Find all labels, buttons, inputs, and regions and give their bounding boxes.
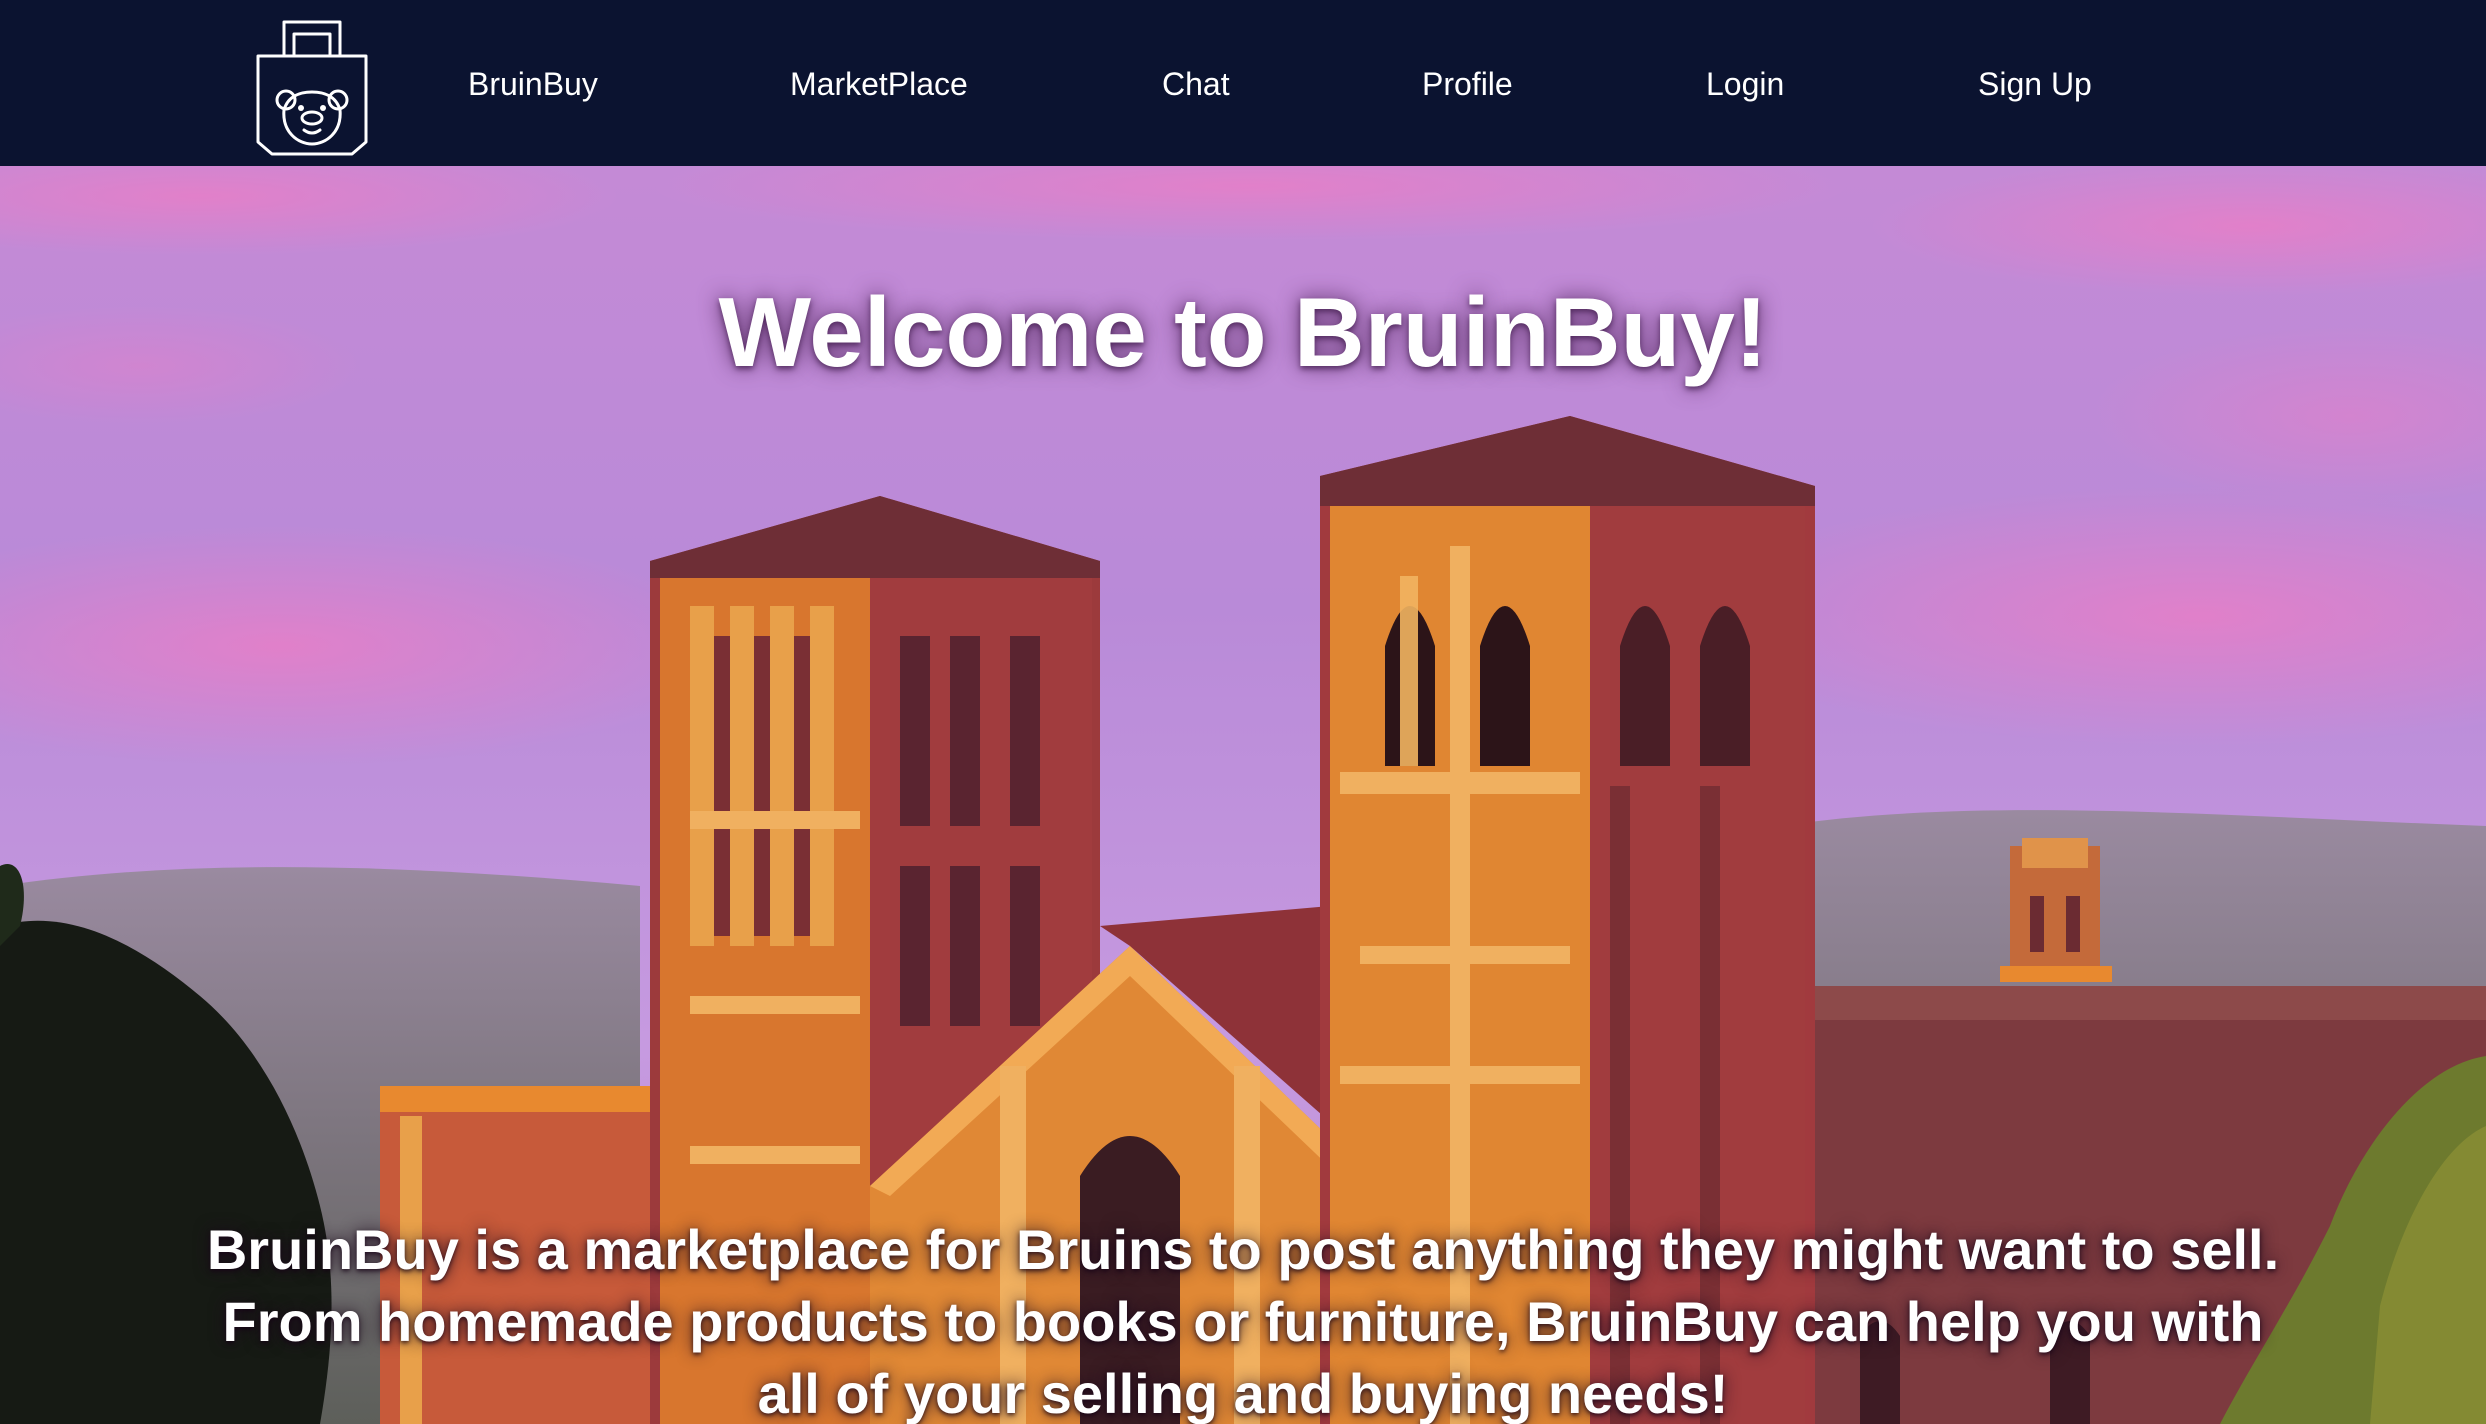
- shopping-bag-bear-icon[interactable]: [248, 14, 376, 156]
- nav-link-marketplace[interactable]: MarketPlace: [790, 58, 968, 110]
- nav-link-profile[interactable]: Profile: [1422, 58, 1513, 110]
- top-navbar: BruinBuy MarketPlace Chat Profile Login …: [0, 0, 2486, 166]
- hero-description: BruinBuy is a marketplace for Bruins to …: [206, 1218, 2280, 1424]
- nav-link-sign-up[interactable]: Sign Up: [1978, 58, 2092, 110]
- nav-link-chat[interactable]: Chat: [1162, 58, 1230, 110]
- hero-title: Welcome to BruinBuy!: [718, 276, 1768, 387]
- nav-link-bruinbuy[interactable]: BruinBuy: [468, 58, 598, 110]
- nav-link-login[interactable]: Login: [1706, 58, 1784, 110]
- hero-section: Welcome to BruinBuy! BruinBuy is a marke…: [0, 166, 2486, 1424]
